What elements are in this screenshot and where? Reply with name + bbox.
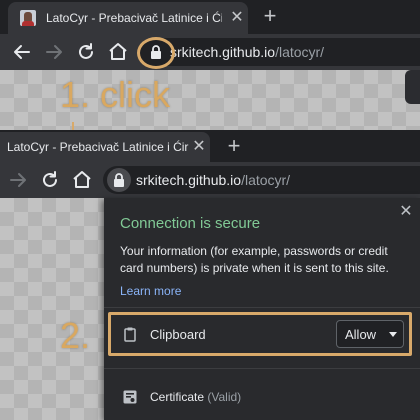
forward-arrow-icon[interactable] [42,40,66,64]
lock-icon-second[interactable] [111,172,127,188]
tab-latocyr-second[interactable]: LatoCyr - Prebacivač Latinice i Ćirilice… [0,132,210,162]
toolbar-second: srkitech.github.io/latocyr/ [0,162,420,198]
step-two-annotation: 2. [60,315,91,356]
close-tab-icon-second[interactable]: ✕ [190,138,208,156]
permission-row-clipboard: Clipboard Allow [108,312,412,356]
tab-title-second: LatoCyr - Prebacivač Latinice i Ćirilice [7,140,189,154]
site-info-popup: ✕ Connection is secure Your information … [104,198,420,420]
new-tab-button[interactable]: + [260,5,280,27]
certificate-row[interactable]: Certificate (Valid) [150,390,241,404]
close-tab-icon[interactable]: ✕ [228,9,246,27]
address-bar-second[interactable]: srkitech.github.io/latocyr/ [103,166,420,194]
certificate-status: (Valid) [207,390,242,404]
home-icon-second[interactable] [70,168,94,192]
lock-highlight-circle [137,37,175,69]
divider [104,307,420,308]
toolbar-top: srkitech.github.io/latocyr/ [0,34,420,70]
learn-more-link[interactable]: Learn more [120,284,181,298]
home-icon[interactable] [106,40,130,64]
reload-icon-second[interactable] [38,168,62,192]
connection-status-title: Connection is secure [120,215,261,232]
url-text: srkitech.github.io/latocyr/ [170,44,325,60]
step-one-annotation: 1. click [60,74,171,115]
page-element-edge [405,70,420,104]
tab-strip-top: LatoCyr - Prebacivač Latinice i Ćirilice… [0,0,420,34]
close-popup-icon[interactable]: ✕ [397,203,415,221]
tab-strip-second: LatoCyr - Prebacivač Latinice i Ćirilice… [0,130,420,162]
reload-icon[interactable] [74,40,98,64]
permission-select[interactable]: Allow [336,320,404,348]
tab-latocyr[interactable]: LatoCyr - Prebacivač Latinice i Ćirilice… [8,2,248,34]
divider [104,368,420,369]
permission-label: Clipboard [150,327,206,342]
tab-title: LatoCyr - Prebacivač Latinice i Ćirilice [46,11,222,25]
site-favicon [20,10,36,26]
new-tab-button-second[interactable]: + [224,135,244,157]
forward-arrow-icon-second[interactable] [6,168,30,192]
url-text-second: srkitech.github.io/latocyr/ [136,172,291,188]
back-arrow-icon[interactable] [10,40,34,64]
clipboard-icon [122,326,138,342]
permission-value: Allow [345,327,377,342]
address-bar[interactable]: srkitech.github.io/latocyr/ [138,38,420,66]
chevron-down-icon [389,332,397,337]
certificate-icon [122,389,138,405]
connection-description: Your information (for example, passwords… [120,244,389,275]
page-content-second [0,198,104,420]
